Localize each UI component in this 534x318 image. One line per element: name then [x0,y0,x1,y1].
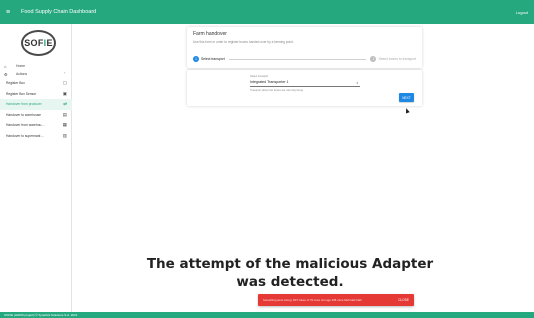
app-bar: ≡ Food Supply Chain Dashboard Logout [0,0,534,24]
transport-select-value: Integrated Transporter 1 [250,80,289,84]
step-1-label: Select transport [201,57,225,61]
sidebar-item-handover-from-producer[interactable]: Handover from producer ⇄ [0,99,72,110]
form-title: Farm handover [193,31,227,37]
box-icon: ▢ [62,80,67,86]
sidebar-item-label: Actions [16,72,28,76]
step-2-indicator: 2 [370,56,377,62]
logout-button[interactable]: Logout [516,10,528,15]
form-header-card: Farm handover Use this form in order to … [187,27,422,68]
sidebar-item-label: Home [16,64,26,68]
logo-text-part: SOF [24,38,44,48]
sidebar-item-handover-to-supermarket[interactable]: Handover to supermark… ▥ [0,131,72,142]
sidebar-item-handover-from-warehouse[interactable]: Handover from warehou… ▦ [0,120,72,131]
sidebar-item-label: Register Box [6,81,25,86]
truck-icon: ▦ [62,122,67,128]
caption-line-1: The attempt of the malicious Adapter [146,256,434,272]
sidebar-item-label: Handover to supermark… [6,133,44,138]
form-description: Use this form in order to register boxes… [193,40,294,44]
warehouse-icon: ▤ [62,111,67,117]
form-body-card: Select transport Integrated Transporter … [187,70,422,106]
transport-select-label: Select transport [250,75,269,78]
sensor-icon: ▣ [62,90,67,96]
chevron-up-icon: ⌃ [63,72,66,76]
step-connector [228,58,367,60]
sidebar-item-actions[interactable]: ⚙ Actions ⌃ [0,70,72,78]
transport-select[interactable]: Select transport Integrated Transporter … [250,75,360,87]
gear-icon: ⚙ [4,71,8,77]
sidebar-item-label: Handover from warehou… [6,123,45,128]
caret-down-icon: ▾ [356,81,358,85]
sidebar: SOF I E ⌂ Home ⚙ Actions ⌃ Register Box ▢ … [0,24,72,312]
hamburger-icon[interactable]: ≡ [6,9,18,16]
app-title: Food Supply Chain Dashboard [21,9,97,15]
transport-select-helper: Transport where the boxes are currently … [250,89,303,92]
footer: SOFIE (H2020 project) © Synelixis Soluti… [0,312,534,318]
sidebar-item-handover-to-warehouse[interactable]: Handover to warehouse ▤ [0,110,72,121]
mouse-cursor-icon [404,107,410,114]
sidebar-item-home[interactable]: ⌂ Home [0,62,72,70]
step-1-indicator: 1 [193,56,199,62]
step-2-label: Select boxes to transport [378,57,416,61]
sidebar-item-label: Handover from producer [6,102,42,107]
sidebar-nav: ⌂ Home ⚙ Actions ⌃ Register Box ▢ Regist… [0,62,72,141]
caption-line-2: was detected. [236,274,344,290]
store-icon: ▥ [62,132,67,138]
handover-icon: ⇄ [63,101,67,107]
snackbar-message: Something went wrong: DFT token of 70 mo… [263,298,362,302]
footer-text: SOFIE (H2020 project) © Synelixis Soluti… [4,313,78,317]
sidebar-item-label: Register Box Sensor [6,91,37,96]
sidebar-item-label: Handover to warehouse [6,112,42,117]
sofie-logo: SOF I E [21,30,56,56]
sidebar-item-register-box-sensor[interactable]: Register Box Sensor ▣ [0,89,72,100]
sidebar-item-register-box[interactable]: Register Box ▢ [0,78,72,89]
snackbar-close-button[interactable]: CLOSE [398,298,409,302]
next-button[interactable]: NEXT [399,93,414,102]
error-snackbar: Something went wrong: DFT token of 70 mo… [258,294,414,306]
video-caption: The attempt of the malicious Adapter was… [120,255,460,291]
home-icon: ⌂ [4,63,7,69]
logo-text-part: E [46,38,53,48]
stepper: 1 Select transport 2 Select boxes to tra… [193,55,416,63]
